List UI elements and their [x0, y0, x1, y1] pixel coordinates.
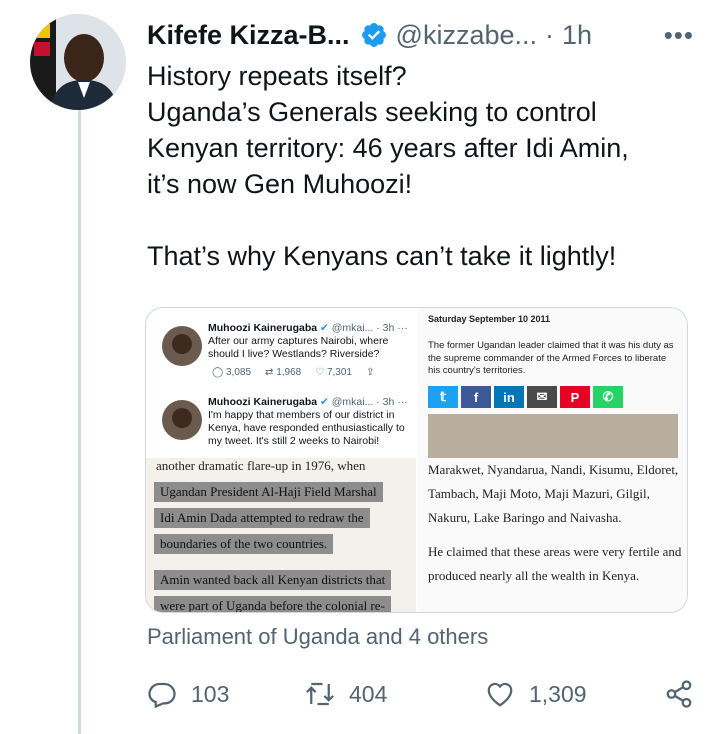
- newspaper-clip-right: Saturday September 10 2011 The former Ug…: [418, 308, 687, 612]
- more-options-icon: ···: [397, 322, 408, 334]
- reply-count: 103: [191, 680, 230, 707]
- embedded-handle: @mkai... · 3h: [331, 322, 395, 334]
- tweet-text-line: Uganda’s Generals seeking to control: [147, 97, 597, 127]
- news-paragraph: Marakwet, Nyandarua, Nandi, Kisumu, Eldo…: [428, 462, 679, 525]
- tweet-media-image[interactable]: Muhoozi Kainerugaba ✔ @mkai... · 3h ··· …: [145, 307, 688, 613]
- clip-line: were part of Uganda before the colonial …: [154, 596, 391, 612]
- like-count: 1,309: [529, 680, 587, 707]
- like-icon: [487, 682, 513, 707]
- like-button[interactable]: 1,309: [485, 679, 587, 709]
- share-icon: [666, 680, 692, 708]
- embedded-tweet: Muhoozi Kainerugaba ✔ @mkai... · 3h ··· …: [146, 322, 416, 379]
- email-icon: ✉: [527, 386, 557, 408]
- facebook-icon: f: [461, 386, 491, 408]
- embedded-text: I'm happy that members of our district i…: [208, 409, 405, 447]
- retweet-icon: [306, 682, 334, 706]
- separator: ·: [545, 19, 554, 50]
- clip-line: Idi Amin Dada attempted to redraw the: [154, 508, 370, 528]
- avatar[interactable]: [30, 14, 126, 110]
- reply-icon: [148, 682, 176, 709]
- news-date: Saturday September 10 2011: [428, 314, 551, 324]
- embedded-name: Muhoozi Kainerugaba: [208, 396, 318, 408]
- share-button[interactable]: [664, 679, 694, 709]
- embedded-handle: @mkai... · 3h: [331, 396, 395, 408]
- reply-button[interactable]: 103: [147, 679, 229, 709]
- verified-badge-icon: [361, 23, 386, 47]
- action-bar: 103 404 1,309: [147, 676, 694, 712]
- embedded-stats: ◯ 3,085 ⇄ 1,968 ♡ 7,301 ⇪: [208, 366, 416, 379]
- clip-line: Amin wanted back all Kenyan districts th…: [154, 570, 392, 590]
- media-tags[interactable]: Parliament of Uganda and 4 others: [147, 624, 488, 650]
- display-name[interactable]: Kifefe Kizza-B...: [147, 20, 350, 51]
- whatsapp-icon: ✆: [593, 386, 623, 408]
- pinterest-icon: P: [560, 386, 590, 408]
- more-options-icon: ···: [397, 396, 408, 408]
- retweet-count: ⇄ 1,968: [265, 367, 302, 378]
- handle[interactable]: @kizzabe...: [396, 20, 537, 51]
- clip-line: another dramatic flare-up in 1976, when: [156, 458, 366, 473]
- share-buttons: 𝕥 f in ✉ P ✆: [428, 386, 623, 408]
- news-photo: [428, 414, 678, 458]
- tweet-header: Kifefe Kizza-B... @kizzabe... · 1h •••: [147, 16, 694, 54]
- embedded-tweet: Muhoozi Kainerugaba ✔ @mkai... · 3h ··· …: [146, 396, 416, 448]
- verified-badge-icon: ✔: [320, 396, 329, 408]
- share-icon: ⇪: [366, 367, 375, 378]
- reply-count: ◯ 3,085: [212, 367, 252, 378]
- avatar: [162, 400, 202, 440]
- avatar: [162, 326, 202, 366]
- newspaper-clip-left: another dramatic flare-up in 1976, when …: [146, 458, 416, 612]
- twitter-icon: 𝕥: [428, 386, 458, 408]
- news-paragraph: He claimed that these areas were very fe…: [428, 544, 682, 583]
- retweet-count: 404: [349, 680, 388, 707]
- like-count: ♡ 7,301: [315, 367, 352, 378]
- embedded-text: After our army captures Nairobi, where s…: [208, 335, 389, 360]
- news-lead: The former Ugandan leader claimed that i…: [428, 340, 674, 376]
- thread-line: [78, 104, 81, 734]
- tweet-text: History repeats itself? Uganda’s General…: [147, 58, 707, 274]
- tweet-text-line: Kenyan territory: 46 years after Idi Ami…: [147, 133, 629, 163]
- clip-line: boundaries of the two countries.: [154, 534, 334, 554]
- tweet-text-line: History repeats itself?: [147, 61, 407, 91]
- avatar-image: [30, 14, 126, 110]
- more-options-icon[interactable]: •••: [664, 22, 694, 48]
- retweet-button[interactable]: 404: [305, 679, 387, 709]
- tweet-text-line: That’s why Kenyans can’t take it lightly…: [147, 241, 617, 271]
- tweet-text-line: it’s now Gen Muhoozi!: [147, 169, 413, 199]
- clip-line: Ugandan President Al-Haji Field Marshal: [154, 482, 383, 502]
- timestamp[interactable]: 1h: [562, 20, 592, 51]
- embedded-name: Muhoozi Kainerugaba: [208, 322, 318, 334]
- verified-badge-icon: ✔: [320, 322, 329, 334]
- linkedin-icon: in: [494, 386, 524, 408]
